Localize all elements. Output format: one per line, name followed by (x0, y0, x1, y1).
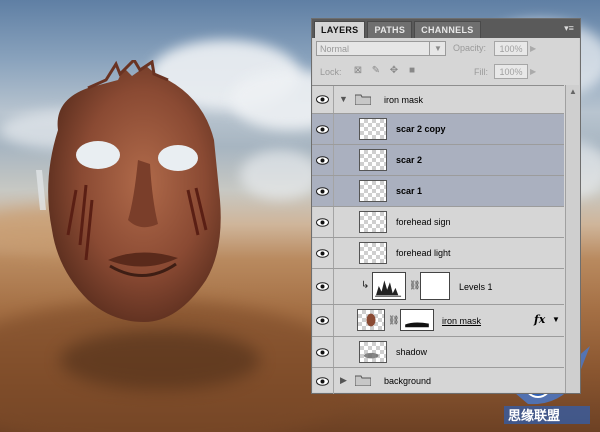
layer-name: iron mask (442, 316, 482, 326)
layer-thumbnail (359, 118, 387, 140)
visibility-eye-icon[interactable] (312, 238, 334, 268)
opacity-label: Opacity: (453, 43, 487, 53)
effects-expand-icon[interactable]: ▼ (552, 315, 560, 324)
blend-mode-select[interactable]: Normal (316, 41, 446, 56)
visibility-eye-icon[interactable] (312, 145, 334, 175)
layer-shadow[interactable]: shadow (312, 337, 564, 368)
layer-name: scar 1 (396, 186, 423, 196)
layer-scar-2[interactable]: scar 2 (312, 145, 564, 176)
layer-group-iron-mask[interactable]: ▼ iron mask (312, 86, 564, 114)
layer-mask-thumbnail[interactable] (400, 309, 434, 331)
layer-iron-mask[interactable]: ⛓ iron mask fx ▼ (312, 305, 564, 337)
visibility-eye-icon[interactable] (312, 114, 334, 144)
layer-group-background[interactable]: ▶ background (312, 368, 564, 394)
layer-name: scar 2 copy (396, 124, 446, 134)
folder-icon (355, 375, 371, 386)
layer-forehead-light[interactable]: forehead light (312, 238, 564, 269)
iron-mask-face (36, 60, 221, 322)
tab-channels[interactable]: CHANNELS (414, 21, 481, 38)
layer-forehead-sign[interactable]: forehead sign (312, 207, 564, 238)
chain-link-icon[interactable]: ⛓ (409, 280, 420, 291)
visibility-eye-icon[interactable] (312, 86, 334, 113)
layer-name: shadow (396, 347, 428, 357)
expand-arrow-icon[interactable]: ▶ (340, 375, 347, 386)
lock-position-icon[interactable]: ✥ (388, 65, 400, 77)
levels-histogram-icon (372, 272, 406, 300)
effects-fx-icon[interactable]: fx (534, 313, 545, 326)
visibility-eye-icon[interactable] (312, 207, 334, 237)
lock-all-icon[interactable]: ■ (406, 65, 418, 77)
layer-thumbnail (357, 309, 385, 331)
layer-thumbnail (359, 149, 387, 171)
visibility-eye-icon[interactable] (312, 368, 334, 394)
panel-menu-icon[interactable]: ▾≡ (562, 22, 576, 34)
visibility-eye-icon[interactable] (312, 269, 334, 304)
tab-layers[interactable]: LAYERS (314, 21, 366, 38)
folder-icon (355, 94, 371, 105)
fill-arrow-icon[interactable]: ▶ (530, 67, 536, 76)
layer-name: iron mask (384, 95, 424, 105)
layer-name: forehead sign (396, 217, 451, 227)
cloud (240, 150, 320, 200)
opacity-field[interactable]: 100% (494, 41, 528, 56)
layers-scrollbar[interactable]: ▲ (565, 85, 580, 393)
tab-paths[interactable]: PATHS (367, 21, 413, 38)
fill-label: Fill: (474, 67, 488, 77)
layer-thumbnail (359, 211, 387, 233)
chain-link-icon[interactable]: ⛓ (388, 315, 399, 326)
scroll-up-icon[interactable]: ▲ (568, 87, 578, 97)
visibility-eye-icon[interactable] (312, 305, 334, 336)
fill-field[interactable]: 100% (494, 64, 528, 79)
layer-name: Levels 1 (459, 282, 493, 292)
layer-scar-1[interactable]: scar 1 (312, 176, 564, 207)
opacity-arrow-icon[interactable]: ▶ (530, 44, 536, 53)
lock-transparency-icon[interactable]: ⊠ (352, 65, 364, 77)
clipping-arrow-icon: ↳ (361, 280, 370, 291)
svg-text:思缘联盟: 思缘联盟 (508, 408, 560, 424)
layer-scar-2-copy[interactable]: scar 2 copy (312, 114, 564, 145)
layer-name: forehead light (396, 248, 451, 258)
layers-list: ▼ iron mask scar 2 copy scar 2 scar 1 fo… (312, 85, 564, 394)
expand-arrow-icon[interactable]: ▼ (339, 94, 348, 104)
layer-name: background (384, 376, 432, 386)
panel-tab-bar: LAYERS PATHS CHANNELS ▾≡ (312, 19, 580, 38)
lock-pixels-icon[interactable]: ✎ (370, 65, 382, 77)
visibility-eye-icon[interactable] (312, 176, 334, 206)
layer-mask-thumbnail[interactable] (420, 272, 450, 300)
layer-thumbnail (359, 341, 387, 363)
lock-label: Lock: (320, 67, 342, 77)
layer-thumbnail (359, 180, 387, 202)
layers-panel: LAYERS PATHS CHANNELS ▾≡ Normal ▼ Opacit… (311, 18, 581, 394)
chevron-down-icon[interactable]: ▼ (429, 41, 446, 56)
layer-levels-1[interactable]: ↳ ⛓ Levels 1 (312, 269, 564, 305)
layer-name: scar 2 (396, 155, 423, 165)
visibility-eye-icon[interactable] (312, 337, 334, 367)
layer-thumbnail (359, 242, 387, 264)
blend-mode-value: Normal (320, 44, 350, 54)
face-shadow (60, 330, 260, 390)
